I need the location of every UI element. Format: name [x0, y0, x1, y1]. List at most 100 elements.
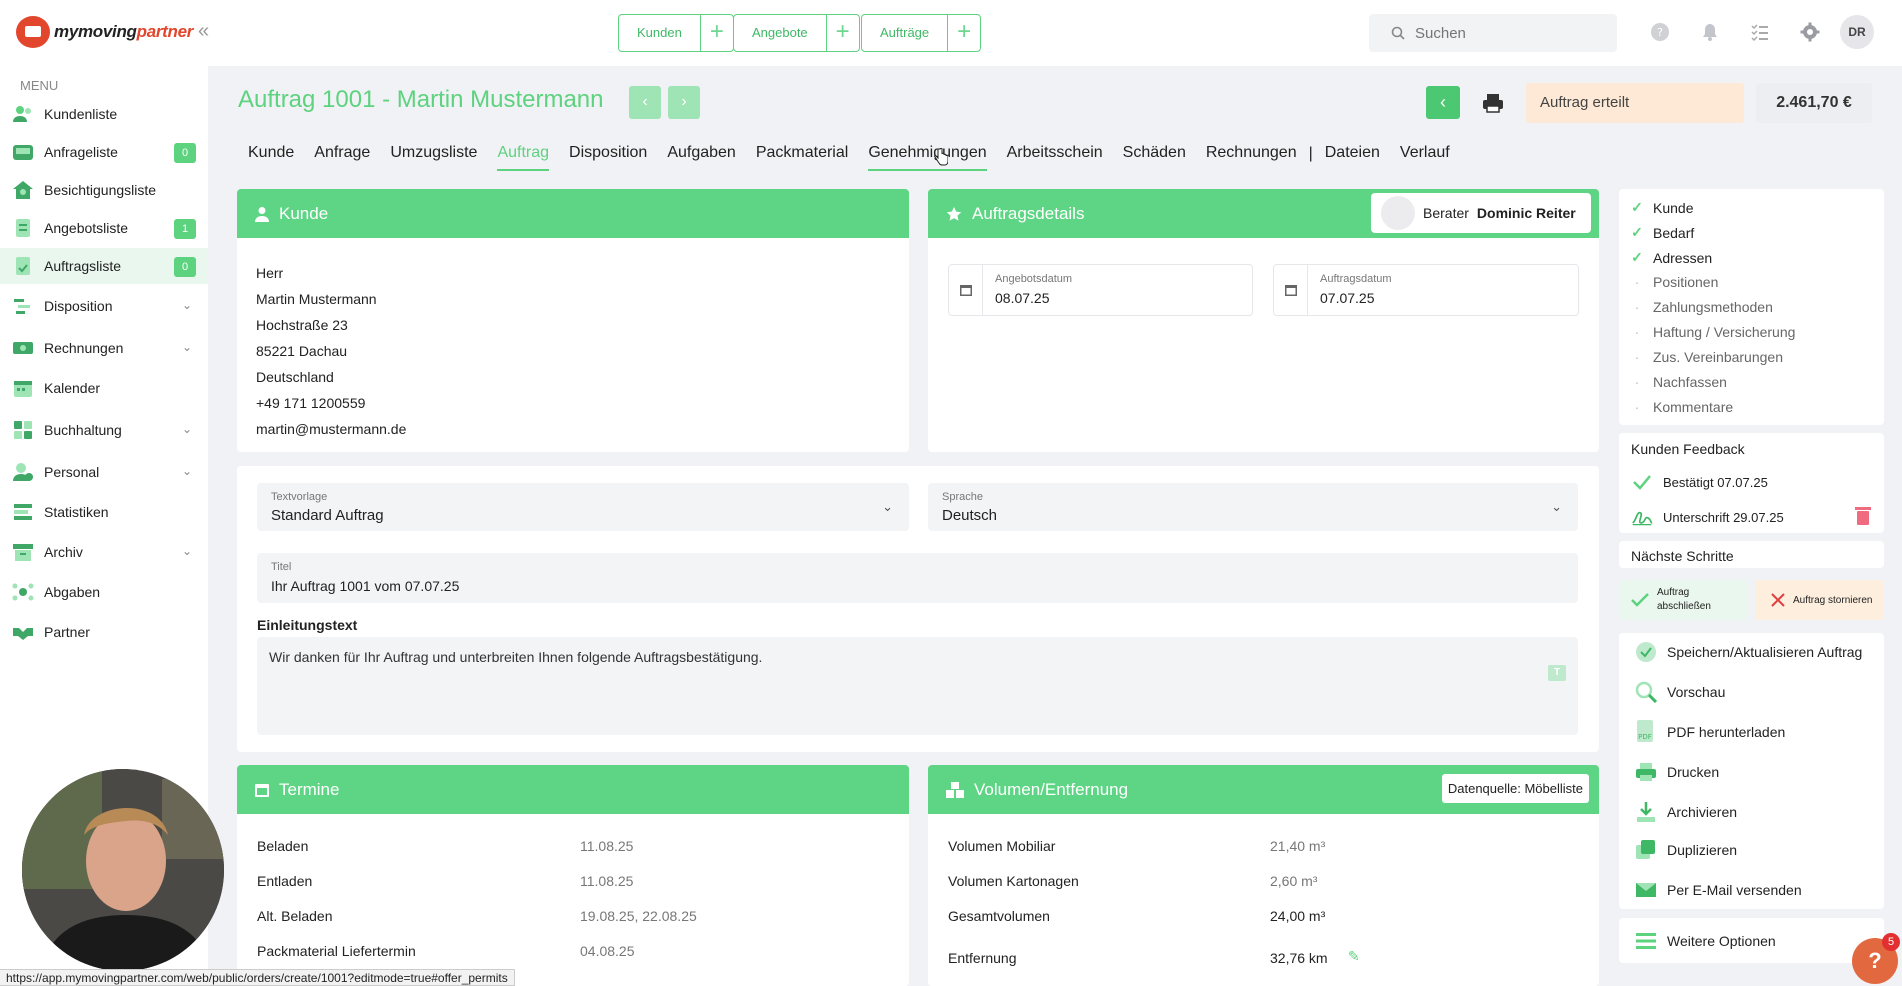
language-select[interactable]: Sprache Deutsch ⌄ — [928, 483, 1578, 531]
printer-icon[interactable] — [1482, 92, 1504, 114]
count-badge: 0 — [174, 257, 196, 277]
quick-link-auftraege-label[interactable]: Aufträge — [862, 15, 949, 51]
offer-date-value: 08.07.25 — [995, 290, 1050, 306]
add-kunde-icon[interactable]: + — [701, 15, 733, 51]
order-date-field[interactable]: Auftragsdatum 07.07.25 — [1273, 264, 1579, 316]
checklist-item[interactable]: · Positionen — [1631, 274, 1719, 290]
sidebar-item-label: Personal — [44, 464, 100, 480]
tab-bar: Kunde Anfrage Umzugsliste Auftrag Dispos… — [238, 144, 1460, 171]
feedback-signature[interactable]: Unterschrift 29.07.25 — [1631, 506, 1784, 528]
sidebar-item-rechnungen[interactable]: Rechnungen ⌄ — [0, 330, 208, 366]
bell-icon[interactable] — [1700, 22, 1720, 42]
checklist-item[interactable]: ✓ Kunde — [1631, 199, 1693, 216]
sidebar-item-angebotsliste[interactable]: Angebotsliste 1 — [0, 210, 208, 246]
text-template-icon[interactable]: T — [1548, 665, 1566, 681]
tab-anfrage[interactable]: Anfrage — [314, 144, 370, 171]
offer-date-field[interactable]: Angebotsdatum 08.07.25 — [948, 264, 1253, 316]
back-button[interactable]: ‹ — [1426, 86, 1460, 119]
tab-dateien[interactable]: Dateien — [1325, 144, 1380, 171]
actions-panel: Speichern/Aktualisieren Auftrag Vorschau… — [1619, 633, 1884, 909]
trash-icon[interactable] — [1854, 505, 1872, 525]
tab-umzugsliste[interactable]: Umzugsliste — [390, 144, 477, 171]
quick-link-kunden-label[interactable]: Kunden — [619, 15, 701, 51]
advisor-name: Dominic Reiter — [1476, 205, 1576, 221]
preview-action[interactable]: Vorschau — [1635, 681, 1725, 703]
sidebar-item-partner[interactable]: Partner — [0, 614, 208, 650]
gear-icon[interactable] — [1800, 22, 1820, 42]
sidebar-item-label: Besichtigungsliste — [44, 182, 157, 198]
tab-verlauf[interactable]: Verlauf — [1400, 144, 1450, 171]
checklist-item[interactable]: ✓ Bedarf — [1631, 224, 1694, 241]
more-options-action[interactable]: Weitere Optionen — [1635, 930, 1776, 952]
tab-packmaterial[interactable]: Packmaterial — [756, 144, 848, 171]
appointments-title: Termine — [279, 779, 340, 799]
cancel-order-button[interactable]: Auftrag stornieren — [1755, 580, 1884, 620]
quick-link-angebote: Angebote + — [733, 14, 860, 52]
quick-link-angebote-label[interactable]: Angebote — [734, 15, 827, 51]
add-auftrag-icon[interactable]: + — [948, 15, 980, 51]
text-template-select[interactable]: Textvorlage Standard Auftrag ⌄ — [257, 483, 909, 531]
sidebar-item-auftragsliste[interactable]: Auftragsliste 0 — [0, 248, 208, 284]
sidebar-item-archiv[interactable]: Archiv ⌄ — [0, 534, 208, 570]
tab-arbeitsschein[interactable]: Arbeitsschein — [1007, 144, 1103, 171]
customer-email[interactable]: martin@mustermann.de — [256, 416, 909, 442]
tab-disposition[interactable]: Disposition — [569, 144, 647, 171]
tab-schaeden[interactable]: Schäden — [1123, 144, 1186, 171]
task-list-icon[interactable] — [1750, 22, 1770, 42]
checklist-item[interactable]: · Zus. Vereinbarungen — [1631, 349, 1783, 365]
help-icon[interactable]: ? — [1650, 22, 1670, 42]
collapse-sidebar-icon[interactable]: « — [198, 20, 209, 43]
download-pdf-action[interactable]: PDF PDF herunterladen — [1635, 720, 1785, 743]
chevron-down-icon: ⌄ — [181, 544, 192, 558]
more-options-panel[interactable]: Weitere Optionen — [1619, 918, 1884, 963]
signature-icon — [1631, 506, 1653, 528]
checklist-item[interactable]: · Kommentare — [1631, 399, 1734, 415]
disposition-icon — [10, 295, 36, 317]
data-source-badge[interactable]: Datenquelle: Möbelliste — [1441, 774, 1589, 803]
add-angebot-icon[interactable]: + — [827, 15, 859, 51]
checklist-item[interactable]: · Zahlungsmethoden — [1631, 299, 1773, 315]
tab-separator: | — [1308, 145, 1313, 162]
appointment-label: Alt. Beladen — [257, 908, 333, 924]
archive-action[interactable]: Archivieren — [1635, 801, 1737, 823]
appointment-label: Entladen — [257, 873, 313, 889]
save-update-order-action[interactable]: Speichern/Aktualisieren Auftrag — [1635, 641, 1862, 663]
tab-aufgaben[interactable]: Aufgaben — [667, 144, 736, 171]
sidebar-item-label: Buchhaltung — [44, 422, 122, 438]
sidebar-item-abgaben[interactable]: Abgaben — [0, 574, 208, 610]
sidebar-item-buchhaltung[interactable]: Buchhaltung ⌄ — [0, 412, 208, 448]
brand-logo[interactable]: mymovingpartner — [16, 16, 193, 48]
chevron-down-icon: ⌄ — [181, 422, 192, 436]
sidebar-item-anfrageliste[interactable]: Anfrageliste 0 — [0, 134, 208, 170]
user-avatar[interactable]: DR — [1840, 15, 1874, 49]
tab-auftrag[interactable]: Auftrag — [497, 144, 550, 171]
intro-text-label: Einleitungstext — [257, 617, 358, 633]
sidebar-item-statistiken[interactable]: Statistiken — [0, 494, 208, 530]
network-icon — [10, 581, 36, 603]
edit-pencil-icon[interactable]: ✎ — [1348, 948, 1360, 965]
sidebar-item-besichtigungsliste[interactable]: Besichtigungsliste — [0, 172, 208, 208]
send-email-action[interactable]: Per E-Mail versenden — [1635, 879, 1802, 901]
print-action[interactable]: Drucken — [1635, 761, 1719, 783]
previous-order-button[interactable]: ‹ — [629, 86, 661, 119]
next-order-button[interactable]: › — [668, 86, 700, 119]
complete-order-button[interactable]: Auftrag abschließen — [1619, 580, 1747, 620]
tab-kunde[interactable]: Kunde — [248, 144, 294, 171]
checklist-item[interactable]: · Haftung / Versicherung — [1631, 324, 1796, 340]
sidebar-item-kalender[interactable]: Kalender — [0, 370, 208, 406]
advisor-chip[interactable]: Berater Dominic Reiter — [1371, 193, 1591, 233]
sidebar-item-disposition[interactable]: Disposition ⌄ — [0, 288, 208, 324]
sidebar-item-kundenliste[interactable]: Kundenliste — [0, 96, 208, 132]
tab-rechnungen[interactable]: Rechnungen — [1206, 144, 1297, 171]
intro-text-area[interactable]: Wir danken für Ihr Auftrag und unterbrei… — [257, 637, 1578, 735]
duplicate-action[interactable]: Duplizieren — [1635, 839, 1737, 861]
search-input[interactable] — [1415, 24, 1595, 42]
volume-value: 21,40 m³ — [1270, 838, 1326, 854]
customer-phone[interactable]: +49 171 1200559 — [256, 390, 909, 416]
sidebar-item-personal[interactable]: Personal ⌄ — [0, 454, 208, 490]
close-icon — [1771, 593, 1785, 607]
tab-genehmigungen[interactable]: Genehmigungen — [868, 144, 987, 171]
title-field[interactable]: Titel Ihr Auftrag 1001 vom 07.07.25 — [257, 553, 1578, 603]
checklist-item[interactable]: ✓ Adressen — [1631, 249, 1712, 266]
checklist-item[interactable]: · Nachfassen — [1631, 374, 1727, 390]
